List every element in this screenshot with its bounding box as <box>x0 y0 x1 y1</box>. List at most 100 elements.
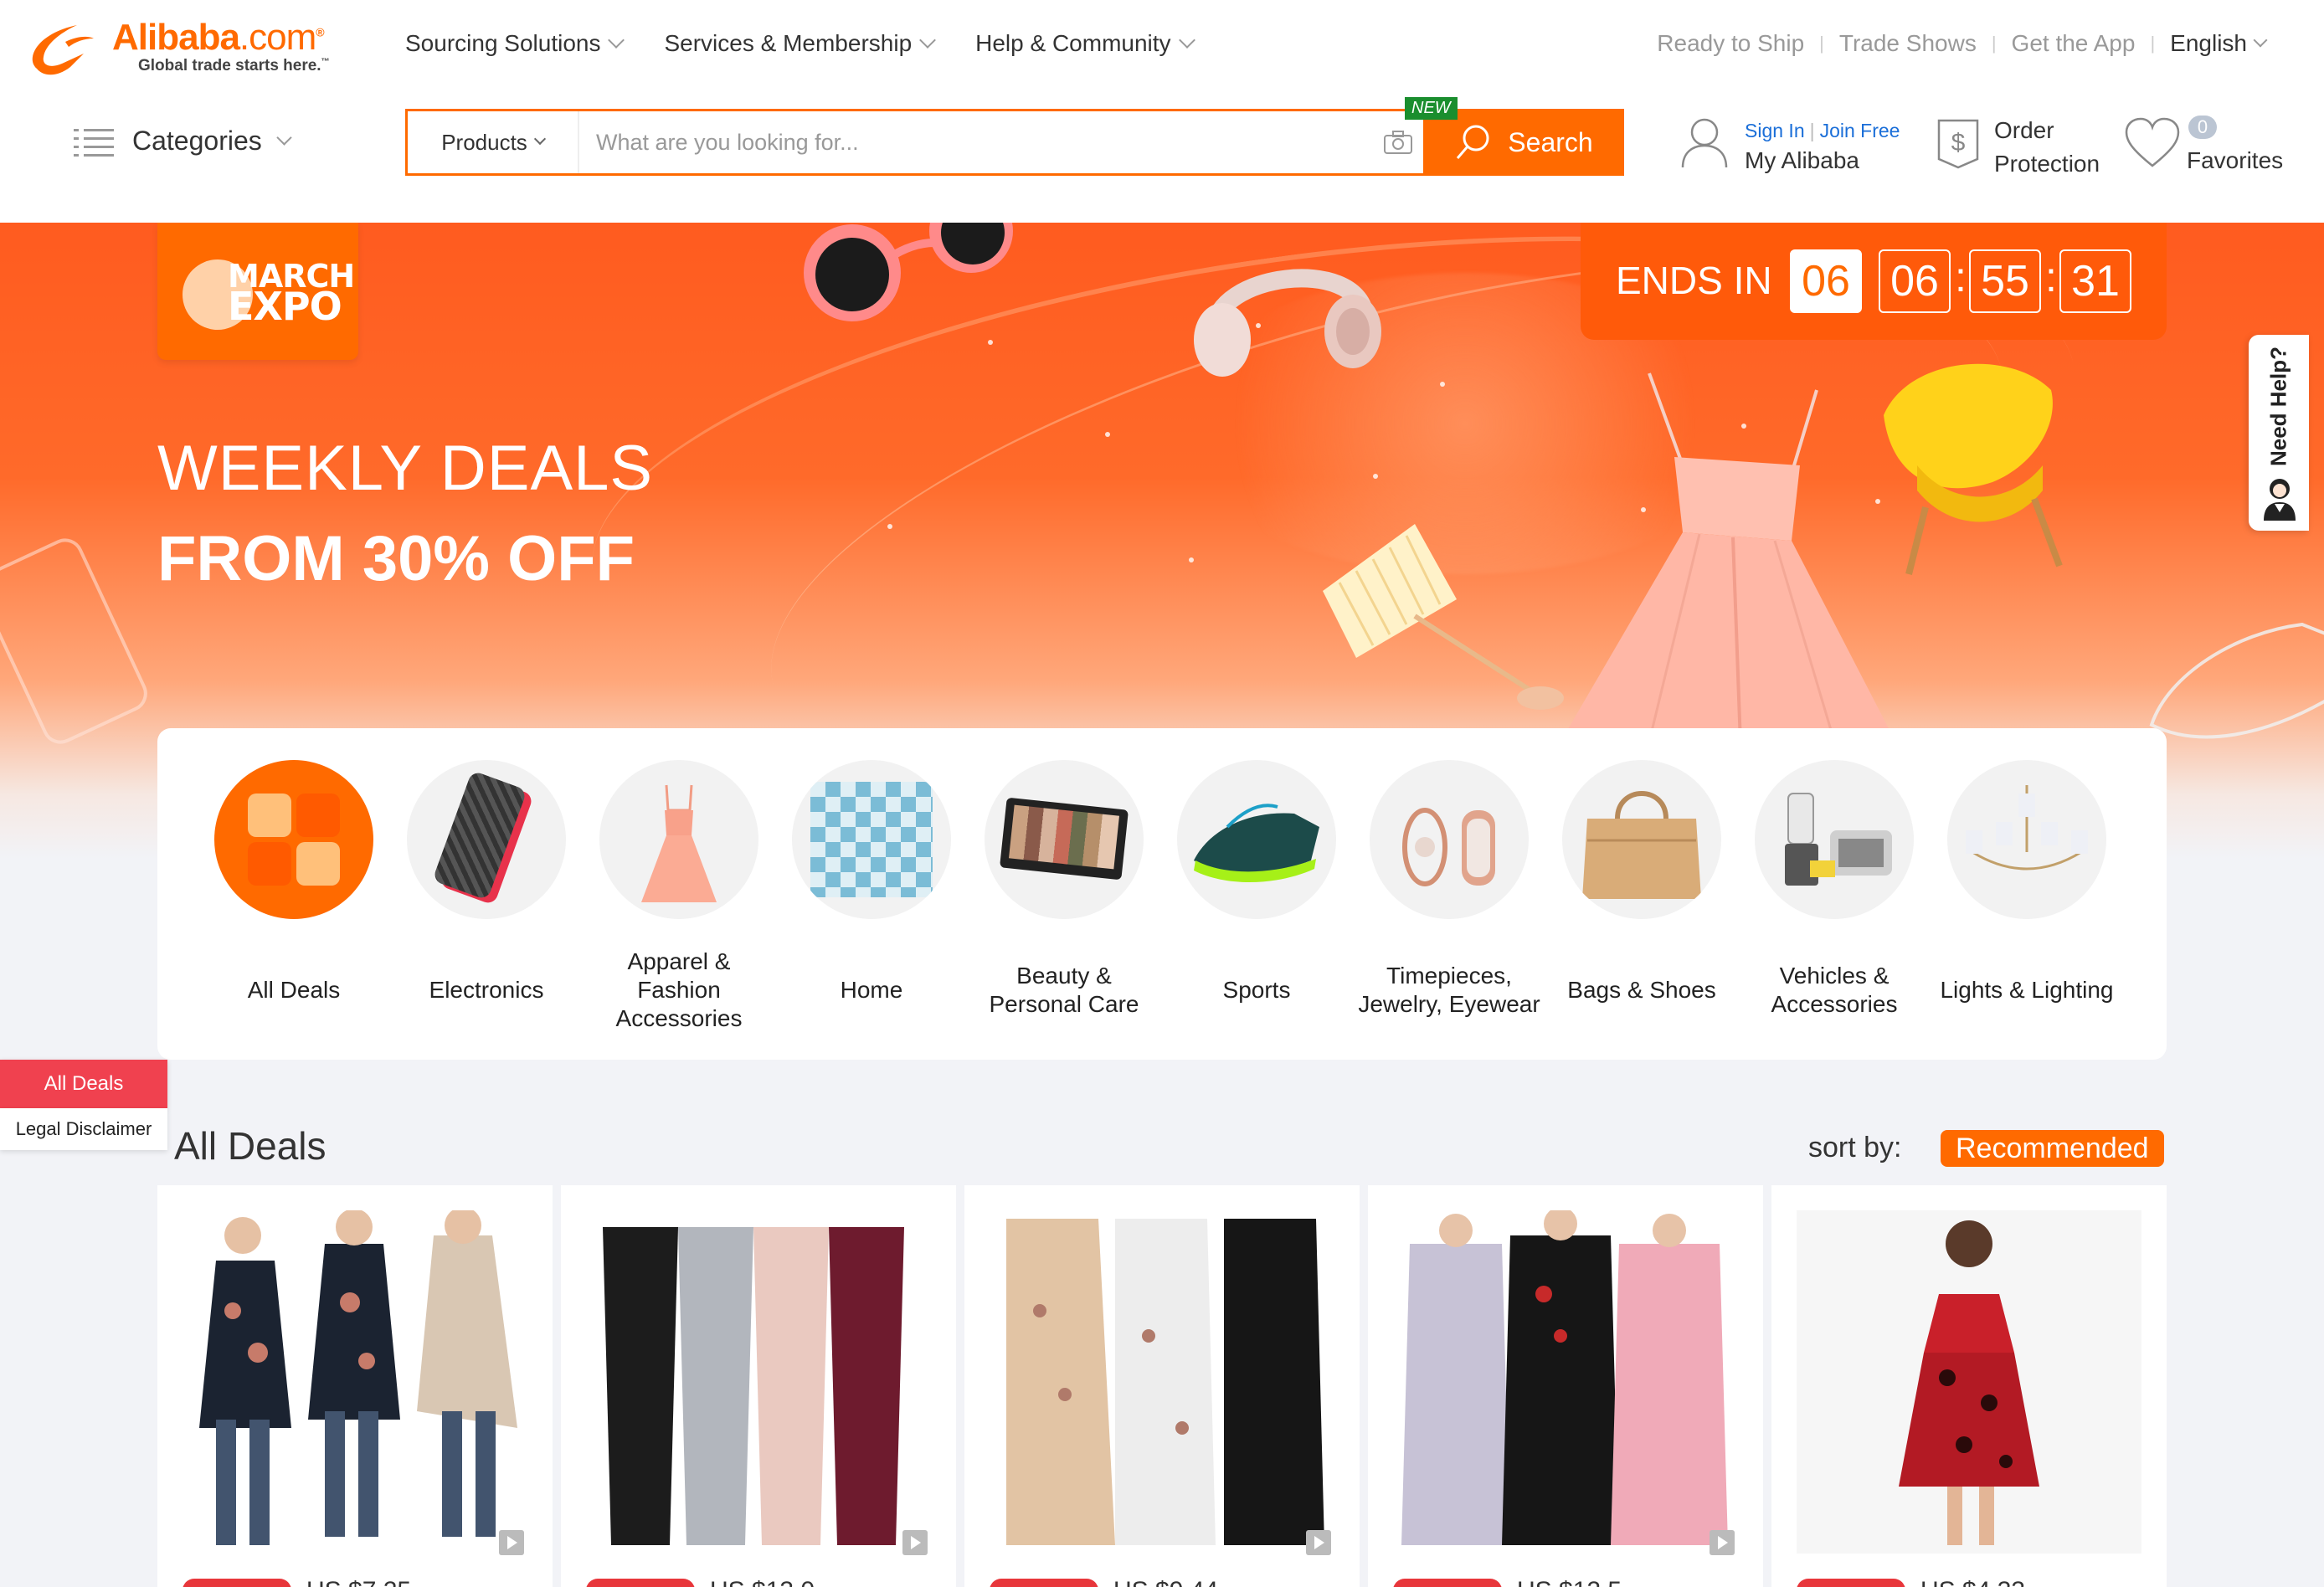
order-protection[interactable]: $ Order Protection <box>1934 114 2100 181</box>
divider: | <box>1991 33 1997 54</box>
deal-categories: All Deals Electronics Apparel & Fashion … <box>157 728 2167 1060</box>
logo-name: Alibaba <box>112 17 240 58</box>
chevron-down-icon <box>276 130 292 146</box>
countdown-days: 06 <box>1790 249 1862 313</box>
pillow-image <box>792 760 951 919</box>
category-sports[interactable]: Sports <box>1160 760 1353 1003</box>
product-price: US $12.5 <box>1517 1577 1622 1587</box>
category-timepieces[interactable]: Timepieces, Jewelry, Eyewear <box>1353 760 1545 1017</box>
side-legal-disclaimer[interactable]: Legal Disclaimer <box>0 1108 167 1150</box>
join-free-link[interactable]: Join Free <box>1820 120 1900 141</box>
categories-label: Categories <box>132 126 262 156</box>
search-button-label: Search <box>1508 126 1593 157</box>
nav-label: Help & Community <box>975 30 1171 56</box>
video-play-icon[interactable] <box>1306 1530 1331 1555</box>
sign-in-link[interactable]: Sign In <box>1745 120 1805 141</box>
headlight-bulb-image <box>1755 760 1914 919</box>
favorites-label: Favorites <box>2187 147 2284 173</box>
discount-tag <box>990 1579 1098 1587</box>
need-help-tab[interactable]: Need Help? <box>2249 335 2309 531</box>
list-icon <box>74 127 114 157</box>
account-menu[interactable]: Sign In | Join Free My Alibaba <box>1679 116 1900 176</box>
category-home[interactable]: Home <box>775 760 968 1003</box>
product-card[interactable]: US $12.5 <box>1368 1185 1763 1587</box>
need-help-label: Need Help? <box>2265 347 2291 467</box>
category-all-deals[interactable]: All Deals <box>198 760 390 1003</box>
category-bags-shoes[interactable]: Bags & Shoes <box>1545 760 1738 1003</box>
product-image <box>990 1210 1334 1554</box>
sunglasses-image <box>804 223 1013 321</box>
nav-services-membership[interactable]: Services & Membership <box>664 30 937 57</box>
eyeshadow-palette-image <box>985 760 1144 919</box>
product-image <box>1393 1210 1738 1554</box>
countdown-seconds: 31 <box>2059 249 2131 313</box>
my-alibaba-link[interactable]: My Alibaba <box>1745 146 1900 176</box>
logo-wordmark: Alibaba.com® <box>112 17 325 59</box>
countdown-colon: : <box>2045 254 2057 300</box>
discount-tag <box>1393 1579 1502 1587</box>
product-price: US $7.25 <box>306 1577 411 1587</box>
discount-tag <box>586 1579 695 1587</box>
search-input[interactable] <box>579 111 1373 173</box>
link-trade-shows[interactable]: Trade Shows <box>1839 30 1977 57</box>
chevron-down-icon <box>919 32 937 49</box>
camera-search-icon[interactable] <box>1373 111 1423 173</box>
banner-subheadline: FROM 30% OFF <box>157 523 635 594</box>
product-image <box>586 1210 931 1554</box>
nav-sourcing-solutions[interactable]: Sourcing Solutions <box>405 30 625 57</box>
search-scope-label: Products <box>441 129 527 155</box>
svg-text:$: $ <box>1951 129 1966 157</box>
category-label: Home <box>840 977 903 1003</box>
phone-case-image <box>407 760 566 919</box>
search-scope-select[interactable]: Products <box>408 111 579 173</box>
side-float-menu: All Deals Legal Disclaimer <box>0 1060 167 1150</box>
product-card[interactable]: US $13.0 <box>561 1185 956 1587</box>
earrings-image <box>1370 760 1529 919</box>
order-line1: Order <box>1994 117 2054 143</box>
march-expo-badge: MARCH EXPO <box>157 223 358 360</box>
language-label: English <box>2170 30 2247 56</box>
divider: | <box>1809 120 1815 141</box>
shield-dollar-icon: $ <box>1937 119 1979 169</box>
top-nav: Sourcing Solutions Services & Membership… <box>405 30 1235 57</box>
category-label: Electronics <box>429 977 544 1003</box>
sort-dropdown[interactable]: Recommended <box>1941 1130 2164 1167</box>
category-apparel[interactable]: Apparel & Fashion Accessories <box>583 760 775 1031</box>
side-all-deals[interactable]: All Deals <box>0 1060 167 1108</box>
discount-tag <box>183 1579 291 1587</box>
category-beauty[interactable]: Beauty & Personal Care <box>968 760 1160 1017</box>
category-label: Vehicles & Accessories <box>1771 963 1898 1017</box>
nav-label: Services & Membership <box>664 30 913 56</box>
chevron-down-icon <box>1178 32 1195 49</box>
top-links: Ready to Ship | Trade Shows | Get the Ap… <box>1657 30 2268 57</box>
language-selector[interactable]: English <box>2170 30 2268 57</box>
categories-menu[interactable]: Categories <box>74 126 292 157</box>
divider: | <box>2150 33 2156 54</box>
product-price: US $9.44 <box>1113 1577 1218 1587</box>
category-label: Apparel & Fashion Accessories <box>615 948 743 1031</box>
product-card[interactable]: US $9.44 <box>964 1185 1360 1587</box>
support-agent-icon <box>2264 479 2296 521</box>
logo-domain: .com <box>239 17 316 58</box>
category-vehicles[interactable]: Vehicles & Accessories <box>1738 760 1931 1017</box>
phone-image <box>0 538 147 744</box>
category-label: Bags & Shoes <box>1567 977 1716 1003</box>
all-deals-icon <box>214 760 373 919</box>
link-get-the-app[interactable]: Get the App <box>2012 30 2136 57</box>
link-ready-to-ship[interactable]: Ready to Ship <box>1657 30 1804 57</box>
video-play-icon[interactable] <box>499 1530 524 1555</box>
category-lights[interactable]: Lights & Lighting <box>1931 760 2123 1003</box>
video-play-icon[interactable] <box>902 1530 928 1555</box>
nav-help-community[interactable]: Help & Community <box>975 30 1195 57</box>
product-card[interactable]: US $7.25 <box>157 1185 553 1587</box>
alibaba-logo[interactable]: Alibaba.com® Global trade starts here.™ <box>25 15 360 79</box>
search-icon <box>1457 125 1489 159</box>
product-image <box>1797 1210 2141 1554</box>
category-electronics[interactable]: Electronics <box>390 760 583 1003</box>
product-card[interactable]: US $4.33 <box>1771 1185 2167 1587</box>
category-label: All Deals <box>247 977 341 1003</box>
new-badge: NEW <box>1405 97 1458 120</box>
countdown-colon: : <box>1955 254 1967 300</box>
alibaba-logo-icon <box>32 25 94 75</box>
video-play-icon[interactable] <box>1710 1530 1735 1555</box>
